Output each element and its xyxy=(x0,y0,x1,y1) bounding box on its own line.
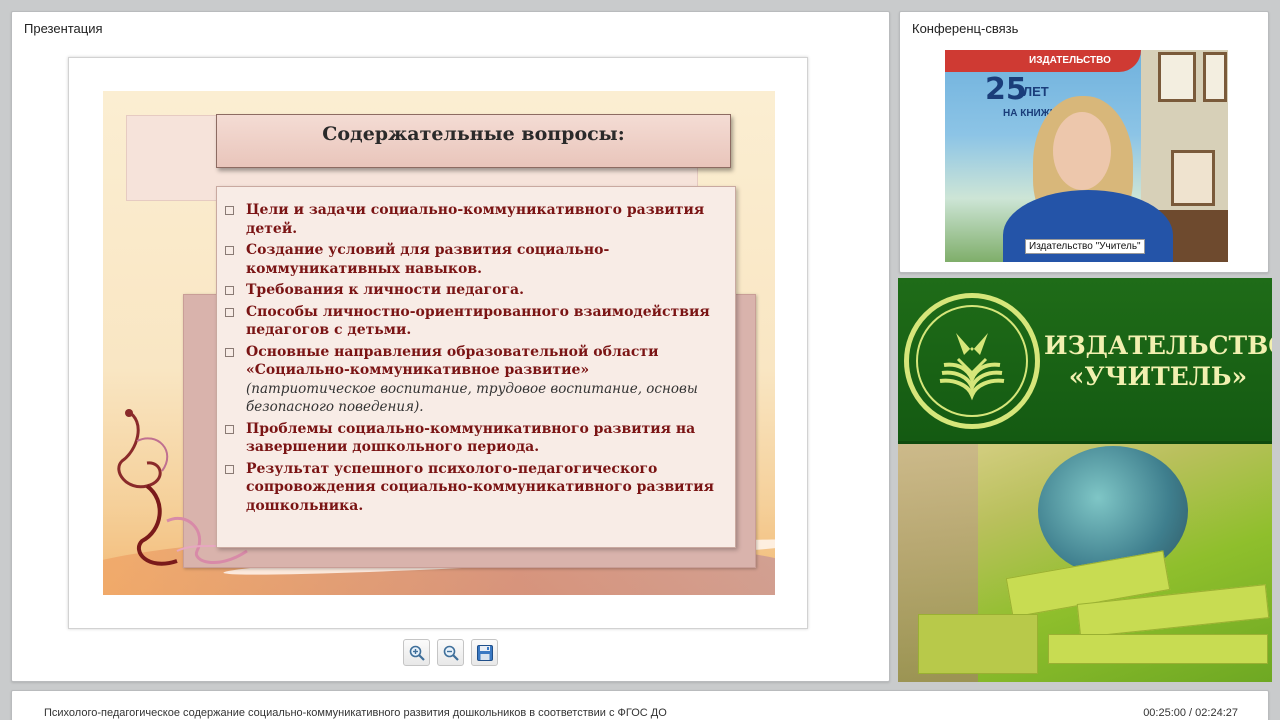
zoom-in-button[interactable] xyxy=(403,639,430,666)
presentation-panel-title: Презентация xyxy=(24,21,103,36)
save-icon xyxy=(476,644,493,661)
slide-bullet-text: Цели и задачи социально-коммуникативного… xyxy=(246,202,705,237)
slide-title-box: Содержательные вопросы: xyxy=(216,114,731,168)
slide-bullet-text: Результат успешного психолого-педагогиче… xyxy=(246,460,714,514)
slide-bullet-note: (патриотическое воспитание, трудовое вос… xyxy=(246,380,698,416)
publisher-name: ИЗДАТЕЛЬСТВО «УЧИТЕЛЬ» xyxy=(1044,330,1272,392)
wall-frame xyxy=(1171,150,1215,206)
presentation-panel: Презентация Содержательные вопросы: Цели… xyxy=(11,11,890,682)
slide-title: Содержательные вопросы: xyxy=(322,123,625,145)
book-emblem-icon xyxy=(939,333,1005,401)
slide-bullet: Требования к личности педагога. xyxy=(225,281,727,300)
slide-bullet: Цели и задачи социально-коммуникативного… xyxy=(225,201,727,238)
slide-bullet-text: Создание условий для развития социально-… xyxy=(246,242,610,277)
publisher-banner-image xyxy=(898,444,1272,682)
slide-bullet: Проблемы социально-коммуникативного разв… xyxy=(225,420,727,457)
slide-content: Цели и задачи социально-коммуникативного… xyxy=(216,186,736,548)
save-button[interactable] xyxy=(471,639,498,666)
publisher-banner-header: ИЗДАТЕЛЬСТВО «УЧИТЕЛЬ» xyxy=(898,278,1272,444)
slide-bullet-text: Проблемы социально-коммуникативного разв… xyxy=(246,420,696,456)
conference-panel: Конференц-связь ИЗДАТЕЛЬСТВО 25 ЛЕТ НА К… xyxy=(899,11,1269,273)
slide-bullet-text: Требования к личности педагога. xyxy=(246,282,524,298)
webinar-title: Психолого-педагогическое содержание соци… xyxy=(44,707,667,719)
bullet-square-icon xyxy=(225,307,234,317)
publisher-name-line1: ИЗДАТЕЛЬСТВО xyxy=(1044,331,1272,360)
bullet-square-icon xyxy=(225,347,234,357)
banner-years-word: ЛЕТ xyxy=(1023,84,1049,99)
slide-bullet: Результат успешного психолого-педагогиче… xyxy=(225,460,727,516)
bullet-square-icon xyxy=(225,424,234,434)
bullet-square-icon xyxy=(225,246,234,255)
zoom-in-icon xyxy=(409,645,425,661)
bullet-square-icon xyxy=(225,206,234,215)
slide-bullet: Основные направления образовательной обл… xyxy=(225,343,727,417)
banner-publisher: ИЗДАТЕЛЬСТВО xyxy=(1029,55,1111,66)
wall-frame xyxy=(1158,52,1196,102)
speaker-face xyxy=(1053,112,1111,190)
slide: Содержательные вопросы: Цели и задачи со… xyxy=(103,91,775,595)
slide-bullet-text: Основные направления образовательной обл… xyxy=(246,343,727,417)
slide-bullet-main: Основные направления образовательной обл… xyxy=(246,343,659,379)
slide-bullet-text: Способы личностно-ориентированного взаим… xyxy=(246,303,710,339)
book xyxy=(1048,634,1268,664)
bullet-square-icon xyxy=(225,464,234,474)
slide-bullet: Способы личностно-ориентированного взаим… xyxy=(225,303,727,340)
publisher-logo-icon xyxy=(904,293,1040,429)
zoom-out-icon xyxy=(443,645,459,661)
globe-icon xyxy=(1038,446,1188,576)
playback-time: 00:25:00 / 02:24:27 xyxy=(1143,707,1238,719)
video-feed[interactable]: ИЗДАТЕЛЬСТВО 25 ЛЕТ НА КНИЖНО Издательст… xyxy=(945,50,1228,262)
zoom-out-button[interactable] xyxy=(437,639,464,666)
conference-panel-title: Конференц-связь xyxy=(912,21,1019,36)
bottom-info-bar: Психолого-педагогическое содержание соци… xyxy=(11,690,1269,720)
book xyxy=(918,614,1038,674)
speaker-caption: Издательство "Учитель" xyxy=(1025,239,1145,254)
publisher-banner: ИЗДАТЕЛЬСТВО «УЧИТЕЛЬ» xyxy=(898,278,1272,682)
slide-viewer: Содержательные вопросы: Цели и задачи со… xyxy=(68,57,808,629)
publisher-name-line2: «УЧИТЕЛЬ» xyxy=(1068,362,1248,391)
wall-frame xyxy=(1203,52,1227,102)
banner-years: 25 xyxy=(985,72,1027,107)
publisher-logo-ring xyxy=(916,305,1028,417)
slide-bullet: Создание условий для развития социально-… xyxy=(225,241,727,278)
bullet-square-icon xyxy=(225,286,234,295)
slide-toolbar xyxy=(403,639,498,666)
